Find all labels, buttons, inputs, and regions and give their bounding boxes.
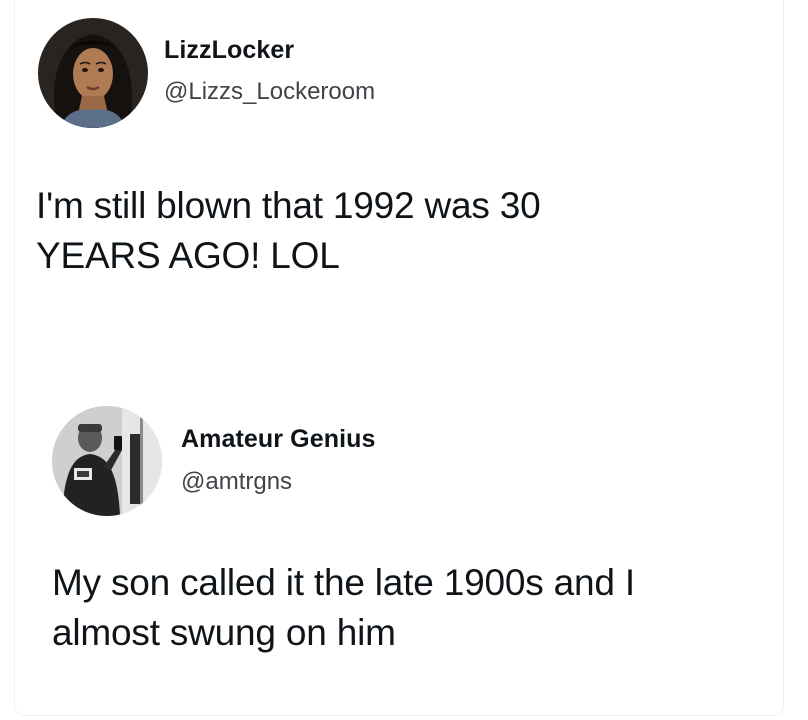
user-handle[interactable]: @Lizzs_Lockeroom xyxy=(164,78,375,106)
tweet-text-line: My son called it the late 1900s and I xyxy=(52,562,635,603)
tweet-text-line: YEARS AGO! LOL xyxy=(36,235,340,276)
avatar[interactable] xyxy=(38,18,148,128)
display-name[interactable]: LizzLocker xyxy=(164,36,294,65)
mirror-selfie-avatar-icon xyxy=(52,406,162,516)
display-name[interactable]: Amateur Genius xyxy=(181,425,376,454)
avatar[interactable] xyxy=(52,406,162,516)
cartoon-woman-avatar-icon xyxy=(38,18,148,128)
tweet-text-line: I'm still blown that 1992 was 30 xyxy=(36,185,541,226)
tweet-text: I'm still blown that 1992 was 30 YEARS A… xyxy=(36,181,756,281)
user-handle[interactable]: @amtrgns xyxy=(181,468,292,496)
tweet-text: My son called it the late 1900s and I al… xyxy=(52,558,772,658)
tweet-text-line: almost swung on him xyxy=(52,612,396,653)
